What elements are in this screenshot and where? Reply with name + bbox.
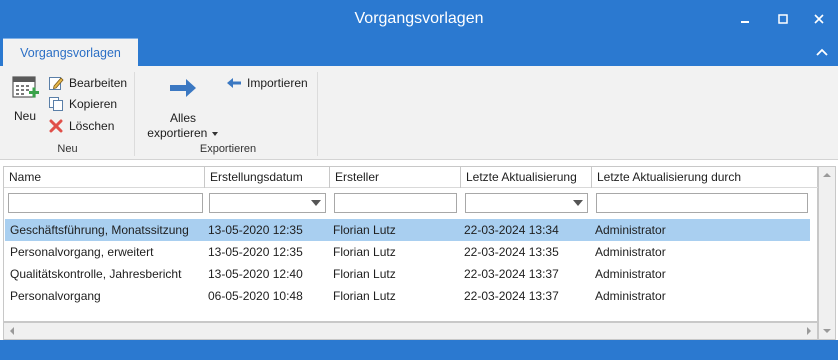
cell-creator: Florian Lutz: [333, 245, 396, 259]
import-button[interactable]: Importieren: [226, 73, 308, 93]
grid-header: Name Erstellungsdatum Ersteller Letzte A…: [4, 167, 819, 188]
edit-button-label: Bearbeiten: [69, 76, 128, 90]
cell-name: Qualitätskontrolle, Jahresbericht: [10, 267, 182, 281]
table-row[interactable]: Personalvorgang, erweitert 13-05-2020 12…: [5, 241, 810, 263]
column-header-creator[interactable]: Ersteller: [330, 167, 461, 188]
ribbon-tab-strip: Vorgangsvorlagen: [0, 38, 838, 66]
copy-icon: [48, 96, 64, 112]
ribbon: Neu Bearbeiten Kopieren Löschen Neu Alle…: [0, 66, 838, 160]
scroll-left-icon: [10, 327, 14, 335]
tab-vorgangsvorlagen[interactable]: Vorgangsvorlagen: [3, 38, 138, 66]
new-button-label: Neu: [13, 109, 36, 123]
cell-updated: 22-03-2024 13:37: [464, 267, 559, 281]
filter-name-input[interactable]: [8, 193, 203, 213]
horizontal-scrollbar[interactable]: [3, 322, 818, 340]
maximize-button[interactable]: [771, 8, 795, 30]
cell-updated-by: Administrator: [595, 267, 666, 281]
minimize-button[interactable]: [733, 8, 757, 30]
column-header-updated[interactable]: Letzte Aktualisierung: [461, 167, 592, 188]
scroll-up-icon: [823, 173, 831, 177]
table-row[interactable]: Geschäftsführung, Monatssitzung 13-05-20…: [5, 219, 810, 241]
vertical-scrollbar[interactable]: [818, 166, 836, 340]
arrow-left-icon: [226, 75, 242, 91]
chevron-down-icon: [573, 200, 583, 206]
delete-icon: [48, 118, 64, 134]
scroll-down-icon: [823, 329, 831, 333]
title-bar: Vorgangsvorlagen: [0, 0, 838, 38]
export-all-label-line1: Alles: [169, 111, 196, 125]
chevron-up-icon: [816, 48, 828, 56]
cell-created: 13-05-2020 12:35: [208, 245, 303, 259]
cell-name: Personalvorgang, erweitert: [10, 245, 154, 259]
window-title: Vorgangsvorlagen: [354, 10, 484, 27]
column-header-name[interactable]: Name: [4, 167, 205, 188]
filter-creator-input[interactable]: [334, 193, 457, 213]
dropdown-arrow-icon: [211, 131, 218, 136]
group-divider: [317, 72, 318, 156]
close-button[interactable]: [807, 8, 831, 30]
export-all-button[interactable]: Alles exportieren: [146, 76, 220, 140]
edit-icon: [48, 75, 64, 91]
table-row[interactable]: Qualitätskontrolle, Jahresbericht 13-05-…: [5, 263, 810, 285]
export-all-label-line2-wrap: exportieren: [146, 126, 220, 140]
group-label-neu: Neu: [57, 143, 78, 155]
cell-updated-by: Administrator: [595, 245, 666, 259]
copy-button[interactable]: Kopieren: [48, 94, 117, 114]
cell-updated: 22-03-2024 13:34: [464, 223, 559, 237]
scroll-up-button[interactable]: [819, 167, 835, 183]
cell-name: Geschäftsführung, Monatssitzung: [10, 223, 189, 237]
group-divider: [134, 72, 135, 156]
chevron-down-icon: [311, 200, 321, 206]
delete-button-label: Löschen: [69, 119, 115, 133]
cell-updated: 22-03-2024 13:37: [464, 289, 559, 303]
maximize-icon: [778, 14, 788, 24]
templates-grid: Name Erstellungsdatum Ersteller Letzte A…: [3, 166, 819, 322]
group-label-exportieren: Exportieren: [199, 143, 257, 155]
scroll-right-button[interactable]: [801, 323, 817, 339]
new-button[interactable]: Neu: [8, 74, 42, 123]
cell-updated-by: Administrator: [595, 289, 666, 303]
collapse-ribbon-button[interactable]: [812, 44, 832, 60]
filter-created-select[interactable]: [209, 193, 326, 213]
delete-button[interactable]: Löschen: [48, 116, 114, 136]
column-header-created[interactable]: Erstellungsdatum: [205, 167, 330, 188]
export-all-label-line2: exportieren: [147, 126, 208, 140]
column-header-updated-by[interactable]: Letzte Aktualisierung durch: [592, 167, 805, 188]
cell-creator: Florian Lutz: [333, 267, 396, 281]
cell-created: 13-05-2020 12:40: [208, 267, 303, 281]
minimize-icon: [741, 21, 749, 23]
cell-updated-by: Administrator: [595, 223, 666, 237]
scroll-left-button[interactable]: [4, 323, 20, 339]
cell-creator: Florian Lutz: [333, 223, 396, 237]
close-icon: [814, 14, 824, 24]
cell-creator: Florian Lutz: [333, 289, 396, 303]
import-button-label: Importieren: [247, 76, 308, 90]
scroll-right-icon: [807, 327, 811, 335]
edit-button[interactable]: Bearbeiten: [48, 73, 127, 93]
copy-button-label: Kopieren: [69, 97, 118, 111]
arrow-right-icon: [170, 79, 196, 97]
cell-name: Personalvorgang: [10, 289, 101, 303]
status-bar: [0, 340, 838, 360]
calendar-add-icon: [12, 76, 39, 98]
filter-updated-select[interactable]: [465, 193, 588, 213]
cell-created: 06-05-2020 10:48: [208, 289, 303, 303]
scroll-down-button[interactable]: [819, 323, 835, 339]
filter-updated-by-input[interactable]: [596, 193, 808, 213]
table-row[interactable]: Personalvorgang 06-05-2020 10:48 Florian…: [5, 285, 810, 307]
cell-updated: 22-03-2024 13:35: [464, 245, 559, 259]
cell-created: 13-05-2020 12:35: [208, 223, 303, 237]
